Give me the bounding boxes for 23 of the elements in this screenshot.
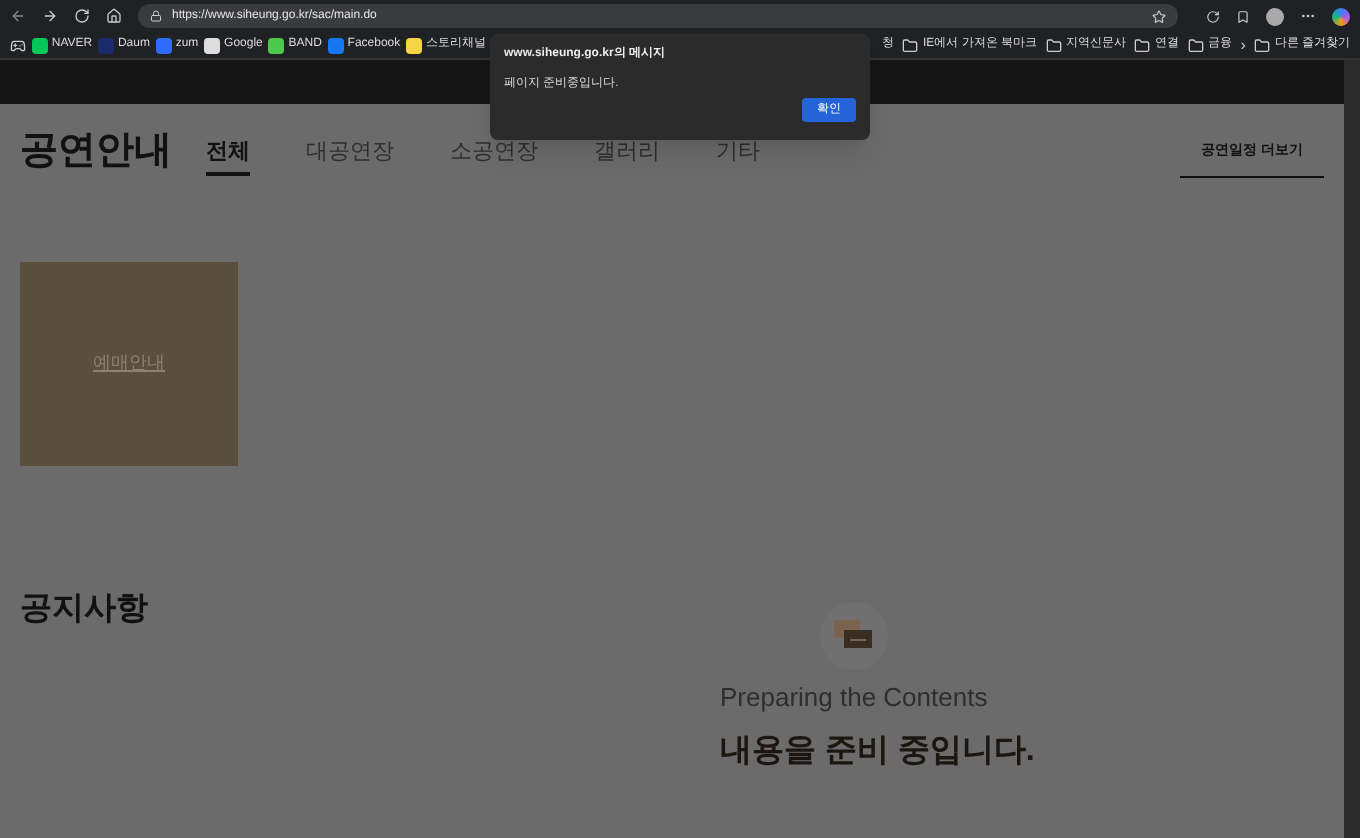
folder-icon <box>902 37 919 53</box>
refresh-icon[interactable] <box>1206 9 1220 23</box>
star-icon[interactable] <box>1152 9 1166 23</box>
folder-icon <box>1187 37 1204 53</box>
lock-icon <box>150 10 162 22</box>
home-icon[interactable] <box>106 8 122 24</box>
reload-icon[interactable] <box>74 8 90 24</box>
chat-bubbles-icon <box>834 619 874 651</box>
category-tab[interactable]: 전체 <box>206 136 250 175</box>
folder-icon <box>1045 37 1062 53</box>
preparing-text: Preparing the Contents <box>720 679 988 716</box>
assistant-icon[interactable] <box>1332 7 1350 25</box>
notice-title: 공지사항 <box>20 589 150 629</box>
section-title: 공연안내 <box>20 128 172 176</box>
forward-icon[interactable] <box>42 8 58 24</box>
profile-avatar[interactable] <box>1266 7 1284 25</box>
back-icon[interactable] <box>10 8 26 24</box>
gamepad-icon[interactable] <box>10 37 26 53</box>
more-bookmarks-button[interactable]: › <box>1240 33 1246 57</box>
favorites-icon[interactable] <box>1236 9 1250 23</box>
folder-icon <box>1134 37 1151 53</box>
folder-icon <box>1254 37 1271 53</box>
preparing-message: 내용을 준비 중입니다. <box>720 732 1035 772</box>
